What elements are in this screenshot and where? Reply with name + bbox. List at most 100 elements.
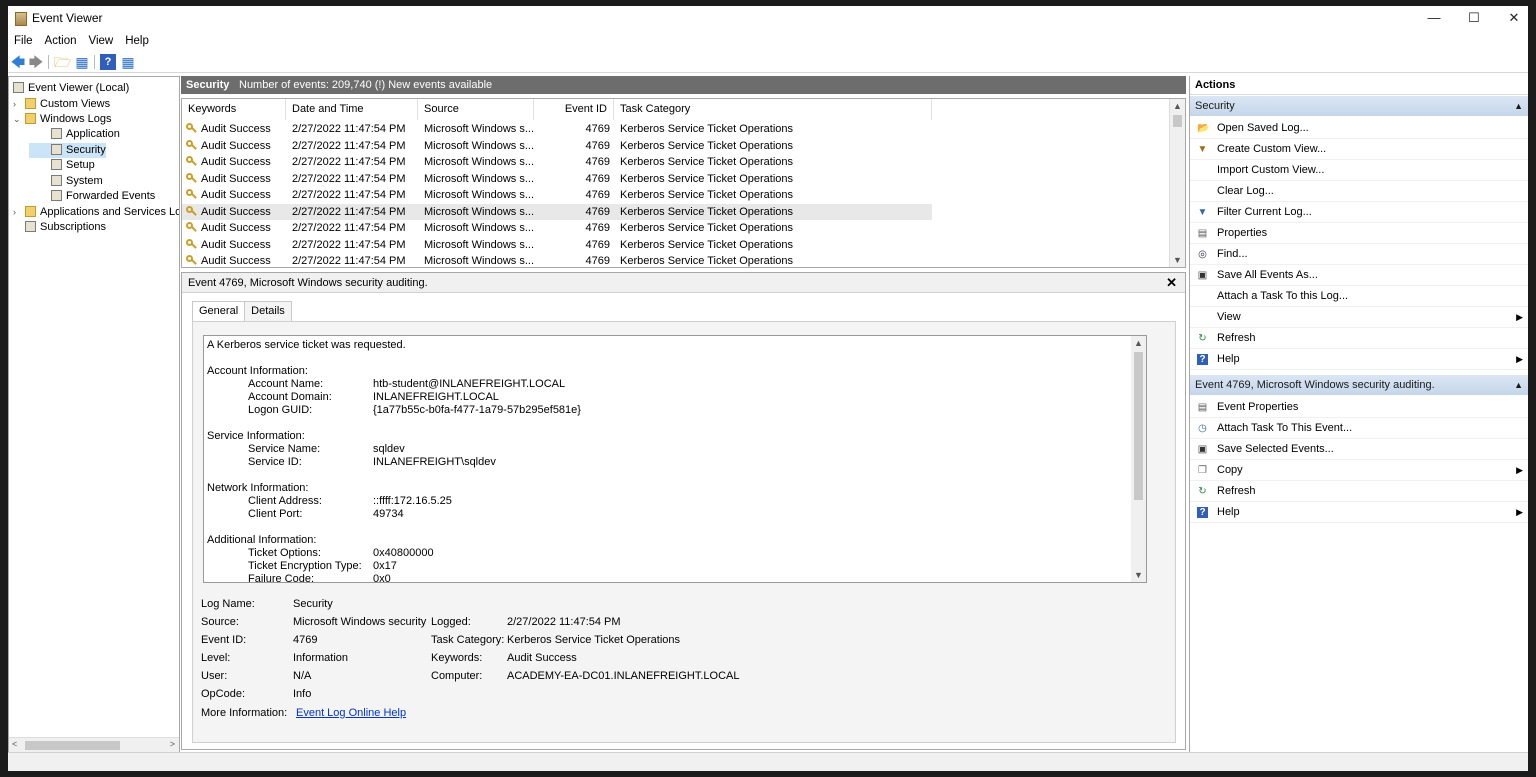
action-create-custom-view[interactable]: ▼ Create Custom View... [1190,139,1528,160]
action-label: Refresh [1217,485,1256,497]
table-row[interactable]: Audit Success 2/27/2022 11:47:54 PM Micros… [182,187,932,203]
action-clear-log[interactable]: Clear Log... [1190,181,1528,202]
menu-action[interactable]: Action [39,32,83,50]
column-event-id[interactable]: Event ID [534,99,614,120]
action-open-saved-log[interactable]: 📂 Open Saved Log... [1190,118,1528,139]
action-find[interactable]: ◎ Find... [1190,244,1528,265]
column-source[interactable]: Source [418,99,534,120]
table-row[interactable]: Audit Success 2/27/2022 11:47:54 PM Micros… [182,237,932,253]
menu-view[interactable]: View [83,32,120,50]
show-hide-tree-icon[interactable]: ▦ [74,54,90,70]
action-view[interactable]: View ▶ [1190,307,1528,328]
action-filter-current-log[interactable]: ▼ Filter Current Log... [1190,202,1528,223]
table-row[interactable]: Audit Success 2/27/2022 11:47:54 PM Micros… [182,138,932,154]
audit-key-icon [186,156,197,166]
action-help[interactable]: ? Help ▶ [1190,349,1528,370]
close-icon[interactable]: ✕ [1166,275,1177,291]
cell-date: 2/27/2022 11:47:54 PM [292,205,406,218]
action-import-custom-view[interactable]: Import Custom View... [1190,160,1528,181]
expand-chevron-icon[interactable]: ⌄ [13,112,25,127]
column-date-time[interactable]: Date and Time [286,99,418,120]
collapse-caret-icon[interactable]: ▲ [1514,375,1523,395]
action-event-properties[interactable]: ▤ Event Properties [1190,397,1528,418]
tab-general[interactable]: General [192,301,246,323]
table-row[interactable]: Audit Success 2/27/2022 11:47:54 PM Micros… [182,253,932,267]
tree-item-forwarded-events[interactable]: Forwarded Events [29,189,155,204]
tree-item-windows-logs[interactable]: ⌄ Windows Logs [13,112,112,127]
cell-keywords: Audit Success [186,154,286,170]
table-row[interactable]: Audit Success 2/27/2022 11:47:54 PM Micros… [182,171,932,187]
message-field-label: Client Port: [248,508,303,520]
prop-value-user: N/A [293,670,312,682]
action-label: Import Custom View... [1217,164,1325,176]
more-information-label: More Information: [201,707,288,719]
message-field-label: Service Name: [248,443,321,455]
tree-item-security[interactable]: Security [29,143,106,158]
tree-item-event-viewer-local[interactable]: Event Viewer (Local) [13,81,129,96]
cell-source: Microsoft Windows s... [424,238,535,251]
tree-item-applications-and-services-lo[interactable]: › Applications and Services Lo [13,205,179,220]
action-refresh[interactable]: ↻ Refresh [1190,481,1528,502]
expand-chevron-icon[interactable]: › [13,205,25,220]
message-vertical-scrollbar[interactable]: ▲ ▼ [1131,336,1146,582]
back-arrow-icon[interactable]: 🡄 [10,54,26,70]
menu-help[interactable]: Help [119,32,155,50]
action-properties[interactable]: ▤ Properties [1190,223,1528,244]
cell-date: 2/27/2022 11:47:54 PM [292,156,406,168]
show-hide-action-pane-icon[interactable]: ▦ [120,54,136,70]
minimize-button[interactable]: — [1414,6,1454,30]
message-field-value: INLANEFREIGHT\sqldev [373,456,496,468]
table-row[interactable]: Audit Success 2/27/2022 11:47:54 PM Micros… [182,220,932,236]
tab-details[interactable]: Details [244,301,292,322]
cell-event-id: 4769 [585,139,610,152]
tree-item-setup[interactable]: Setup [29,158,95,173]
cell-date: 2/27/2022 11:47:54 PM [292,222,406,234]
forward-arrow-icon[interactable]: 🡆 [28,54,44,70]
action-copy[interactable]: ❐ Copy ▶ [1190,460,1528,481]
tree-item-label: Windows Logs [40,113,112,125]
tree-item-subscriptions[interactable]: Subscriptions [13,220,106,235]
maximize-button[interactable]: ☐ [1454,6,1494,30]
tree-item-system[interactable]: System [29,174,103,189]
message-field-label: Logon GUID: [248,404,313,416]
action-refresh[interactable]: ↻ Refresh [1190,328,1528,349]
cell-keywords: Audit Success [186,171,286,187]
table-row[interactable]: Audit Success 2/27/2022 11:47:54 PM Micros… [182,203,932,220]
help-icon[interactable]: ? [100,54,116,70]
actions-section-security[interactable]: Security ▲ [1190,96,1528,116]
message-field-label: Account Domain: [248,391,332,403]
tree-item-custom-views[interactable]: › Custom Views [13,97,110,112]
action-label: Save Selected Events... [1217,443,1334,455]
table-row[interactable]: Audit Success 2/27/2022 11:47:54 PM Micros… [182,154,932,170]
action-label: Properties [1217,227,1268,239]
close-button[interactable]: ✕ [1494,6,1528,30]
message-field-value: 0x0 [373,573,391,583]
audit-key-icon [186,189,197,199]
tree-item-application[interactable]: Application [29,127,120,142]
actions-section-event[interactable]: Event 4769, Microsoft Windows security a… [1190,375,1528,395]
event-message-box[interactable]: A Kerberos service ticket was requested.… [203,335,1147,583]
expand-chevron-icon[interactable]: › [13,97,25,112]
open-folder-icon[interactable]: 🗁 [54,54,71,70]
message-line: A Kerberos service ticket was requested. [207,339,406,351]
collapse-caret-icon[interactable]: ▲ [1514,96,1523,116]
prop-value-level: Information [293,652,349,664]
column-task-category[interactable]: Task Category [614,99,932,120]
action-save-selected-events[interactable]: ▣ Save Selected Events... [1190,439,1528,460]
refresh-icon: ↻ [1198,333,1207,344]
menu-file[interactable]: File [8,32,39,50]
cell-source: Microsoft Windows s... [424,172,535,185]
grid-vertical-scrollbar[interactable]: ▲ ▼ [1169,99,1185,267]
table-row[interactable]: Audit Success 2/27/2022 11:47:54 PM Micros… [182,121,932,137]
column-keywords[interactable]: Keywords [182,99,286,120]
action-attach-task-to-this-event[interactable]: ◷ Attach Task To This Event... [1190,418,1528,439]
events-grid: Keywords Date and Time Source Event ID T… [181,98,1186,268]
action-attach-a-task-to-this-log[interactable]: Attach a Task To this Log... [1190,286,1528,307]
tree-horizontal-scrollbar[interactable]: < > [9,737,179,753]
cell-date: 2/27/2022 11:47:54 PM [292,123,406,135]
action-help[interactable]: ? Help ▶ [1190,502,1528,523]
tree-item-label: Event Viewer (Local) [28,82,130,94]
event-log-online-help-link[interactable]: Event Log Online Help [296,706,406,720]
cell-task: Kerberos Service Ticket Operations [620,139,794,152]
action-save-all-events-as[interactable]: ▣ Save All Events As... [1190,265,1528,286]
